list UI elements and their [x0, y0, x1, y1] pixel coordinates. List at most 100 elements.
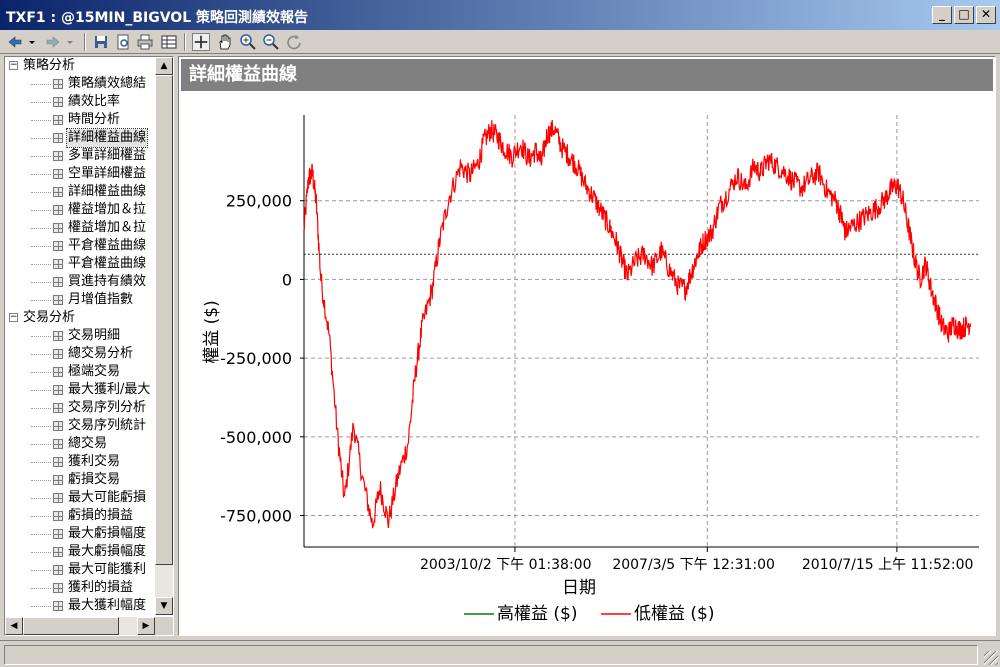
tree-connector — [31, 102, 51, 103]
tree-item-label: 多單詳細權益 — [68, 148, 147, 163]
report-page-icon — [53, 331, 63, 341]
tree-connector — [31, 462, 51, 463]
y-tick-label: -250,000 — [220, 349, 292, 368]
zoom-in-icon[interactable] — [239, 33, 257, 51]
report-page-icon — [53, 133, 63, 143]
tree-item-label: 虧損交易 — [68, 472, 121, 487]
tree-item-label: 總交易 — [68, 436, 108, 451]
tree-item-label: 策略績效總結 — [68, 76, 147, 91]
minimize-button[interactable]: _ — [932, 6, 952, 24]
report-page-icon — [53, 349, 63, 359]
report-page-icon — [53, 223, 63, 233]
scroll-thumb[interactable] — [23, 617, 119, 635]
tree-item-label: 最大獲利幅度 — [68, 598, 147, 613]
refresh-icon[interactable] — [285, 33, 303, 51]
tree-connector — [31, 588, 51, 589]
tree-connector — [31, 138, 51, 139]
report-page-icon — [53, 385, 63, 395]
status-text — [4, 645, 978, 665]
report-page-icon — [53, 403, 63, 413]
tree-connector — [31, 228, 51, 229]
resize-grip-icon[interactable] — [984, 651, 998, 665]
save-icon[interactable] — [92, 33, 110, 51]
report-page-icon — [53, 97, 63, 107]
maximize-button[interactable]: □ — [954, 6, 974, 24]
tree-item-label: 買進持有績效 — [68, 274, 147, 289]
tree-item-label: 交易序列分析 — [68, 400, 147, 415]
scroll-right-button[interactable]: ▶ — [137, 617, 155, 635]
tree-connector — [31, 156, 51, 157]
report-page-icon — [53, 511, 63, 521]
tree-item-label: 權益增加＆拉 — [68, 202, 147, 217]
equity-curve-chart[interactable]: 250,000 0 -250,000 -500,000 -750,000 2003/10/… — [179, 57, 995, 635]
tree-item-label: 詳細權益曲線 — [68, 184, 147, 199]
y-axis-title: 權益 ($) — [202, 300, 222, 363]
y-tick-label: -750,000 — [220, 507, 292, 526]
report-page-icon — [53, 205, 63, 215]
tree-connector — [31, 426, 51, 427]
scroll-thumb[interactable] — [155, 75, 173, 565]
tree-item-label: 權益增加＆拉 — [68, 220, 147, 235]
report-page-icon — [53, 547, 63, 557]
tree-group-label: 交易分析 — [23, 310, 76, 325]
toolbar-separator — [84, 33, 86, 51]
tree-item-label: 空單詳細權益 — [68, 166, 147, 181]
plot-area — [304, 115, 979, 547]
dropdown-icon[interactable] — [27, 33, 37, 51]
tree-item-label: 時間分析 — [68, 112, 121, 127]
tree-connector — [31, 606, 51, 607]
dropdown-icon[interactable] — [65, 33, 75, 51]
hand-pan-icon[interactable] — [216, 33, 234, 51]
report-page-icon — [53, 421, 63, 431]
tree-connector — [31, 84, 51, 85]
collapse-toggle-icon[interactable]: − — [9, 61, 18, 70]
tree-item-label: 最大虧損幅度 — [68, 544, 147, 559]
report-page-icon — [53, 115, 63, 125]
report-panel: 詳細權益曲線 250,000 0 -250,000 -500,000 -750,000 2… — [178, 56, 996, 636]
toolbar-separator — [184, 33, 186, 51]
report-page-icon — [53, 295, 63, 305]
tree-connector — [31, 480, 51, 481]
zoom-out-icon[interactable] — [262, 33, 280, 51]
tree-item-label: 交易序列統計 — [68, 418, 147, 433]
tree-connector — [31, 174, 51, 175]
tree-item-label: 交易明細 — [68, 328, 121, 343]
status-bar — [0, 640, 1000, 667]
close-button[interactable]: ✕ — [976, 6, 996, 24]
legend-label-low-equity: 低權益 ($) — [634, 604, 714, 624]
print-icon[interactable] — [136, 33, 154, 51]
tree-item-label: 平倉權益曲線 — [68, 238, 147, 253]
tree-connector — [31, 282, 51, 283]
window-title: TXF1 : @15MIN_BIGVOL 策略回測績效報告 — [6, 10, 308, 26]
back-arrow-icon[interactable] — [6, 33, 24, 51]
report-page-icon — [53, 475, 63, 485]
tree-connector — [31, 336, 51, 337]
tree-connector — [31, 498, 51, 499]
scrollbar-corner — [155, 617, 173, 635]
tree-item-label: 最大可能虧損 — [68, 490, 147, 505]
tree-horizontal-scrollbar[interactable]: ◀ ▶ — [5, 617, 155, 635]
tree-vertical-scrollbar[interactable]: ▲ ▼ — [155, 57, 173, 615]
forward-arrow-icon[interactable] — [44, 33, 62, 51]
tree-item-label: 詳細權益曲線 — [65, 128, 149, 148]
x-tick-label: 2003/10/2 下午 01:38:00 — [420, 557, 592, 573]
crosshair-icon[interactable] — [192, 33, 210, 51]
scroll-down-button[interactable]: ▼ — [155, 597, 173, 615]
report-page-icon — [53, 277, 63, 287]
table-icon[interactable] — [160, 33, 178, 51]
tree-connector — [31, 264, 51, 265]
report-page-icon — [53, 367, 63, 377]
report-page-icon — [53, 529, 63, 539]
tree-connector — [31, 372, 51, 373]
tree-item-label: 績效比率 — [68, 94, 121, 109]
tree-connector — [31, 390, 51, 391]
report-tree: − 策略分析 策略績效總結 績效比率 時間分析 詳細權益曲線 多單詳細權益 空單詳細權益 詳細權… — [5, 57, 155, 615]
tree-item-label: 最大獲利/最大 — [68, 382, 151, 397]
tree-connector — [31, 246, 51, 247]
toolbar — [0, 30, 1000, 54]
scroll-left-button[interactable]: ◀ — [5, 617, 23, 635]
collapse-toggle-icon[interactable]: − — [9, 313, 18, 322]
preview-icon[interactable] — [114, 33, 132, 51]
scroll-up-button[interactable]: ▲ — [155, 57, 173, 75]
tree-connector — [31, 570, 51, 571]
